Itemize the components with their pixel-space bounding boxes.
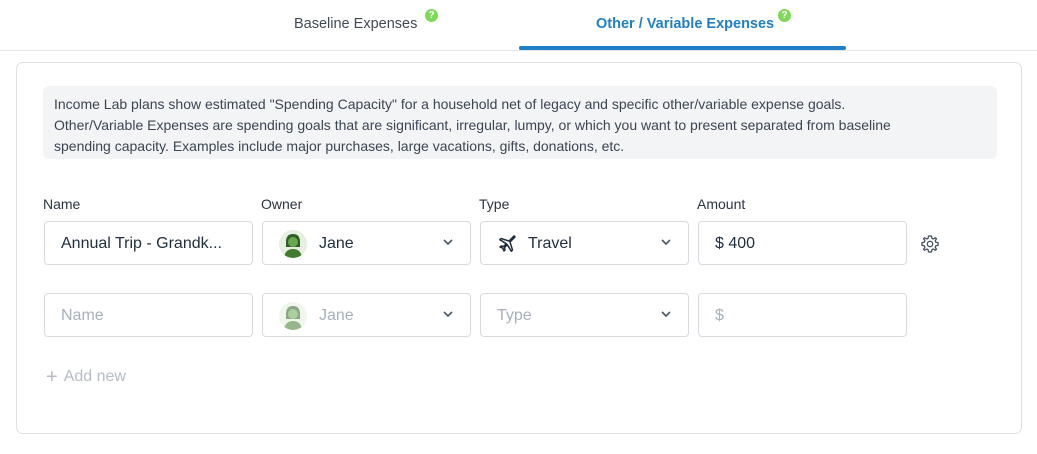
notice-line: Income Lab plans show estimated "Spendin… <box>54 96 846 112</box>
expense-name-value: Annual Trip - Grandk... <box>61 235 222 252</box>
column-label-amount: Amount <box>697 196 746 212</box>
person-avatar-icon <box>279 302 307 330</box>
plus-icon: + <box>46 366 58 388</box>
owner-value: Jane <box>319 307 354 324</box>
person-avatar-icon <box>279 230 307 258</box>
amount-input[interactable]: $ 400 <box>698 221 907 265</box>
expenses-card: Income Lab plans show estimated "Spendin… <box>16 62 1022 434</box>
gear-icon[interactable] <box>920 234 940 254</box>
help-icon[interactable]: ? <box>425 9 438 22</box>
add-new-label: Add new <box>63 368 126 385</box>
tab-other-label: Other / Variable Expenses <box>596 16 775 32</box>
tab-other-variable-expenses[interactable]: Other / Variable Expenses ? <box>519 0 846 50</box>
expense-tabs: Baseline Expenses ? Other / Variable Exp… <box>0 0 1037 51</box>
new-name-input[interactable]: Name <box>44 293 253 337</box>
type-select[interactable]: Travel <box>480 221 689 265</box>
notice-line: Other/Variable Expenses are spending goa… <box>54 117 891 133</box>
owner-value: Jane <box>319 235 354 252</box>
airplane-icon <box>499 235 516 252</box>
new-amount-input[interactable]: $ <box>698 293 907 337</box>
amount-value: $ 400 <box>715 235 756 252</box>
new-type-select[interactable]: Type <box>480 293 689 337</box>
info-notice: Income Lab plans show estimated "Spendin… <box>43 86 997 159</box>
type-placeholder: Type <box>497 307 532 324</box>
active-tab-indicator <box>519 46 846 50</box>
new-owner-select[interactable]: Jane <box>262 293 471 337</box>
chevron-down-icon <box>443 311 453 318</box>
add-new-button[interactable]: + Add new <box>46 366 126 389</box>
help-icon[interactable]: ? <box>778 9 791 22</box>
column-label-type: Type <box>479 196 510 212</box>
type-value: Travel <box>528 235 572 252</box>
chevron-down-icon <box>661 239 671 246</box>
chevron-down-icon <box>443 239 453 246</box>
tab-baseline-label: Baseline Expenses <box>294 16 418 32</box>
notice-line: spending capacity. Examples include majo… <box>54 138 625 154</box>
chevron-down-icon <box>661 311 671 318</box>
expense-name-input[interactable]: Annual Trip - Grandk... <box>44 221 253 265</box>
column-label-name: Name <box>43 196 81 212</box>
name-placeholder: Name <box>61 307 104 324</box>
column-label-owner: Owner <box>261 196 303 212</box>
tab-baseline-expenses[interactable]: Baseline Expenses ? <box>270 0 470 49</box>
amount-placeholder: $ <box>715 307 724 324</box>
owner-select[interactable]: Jane <box>262 221 471 265</box>
